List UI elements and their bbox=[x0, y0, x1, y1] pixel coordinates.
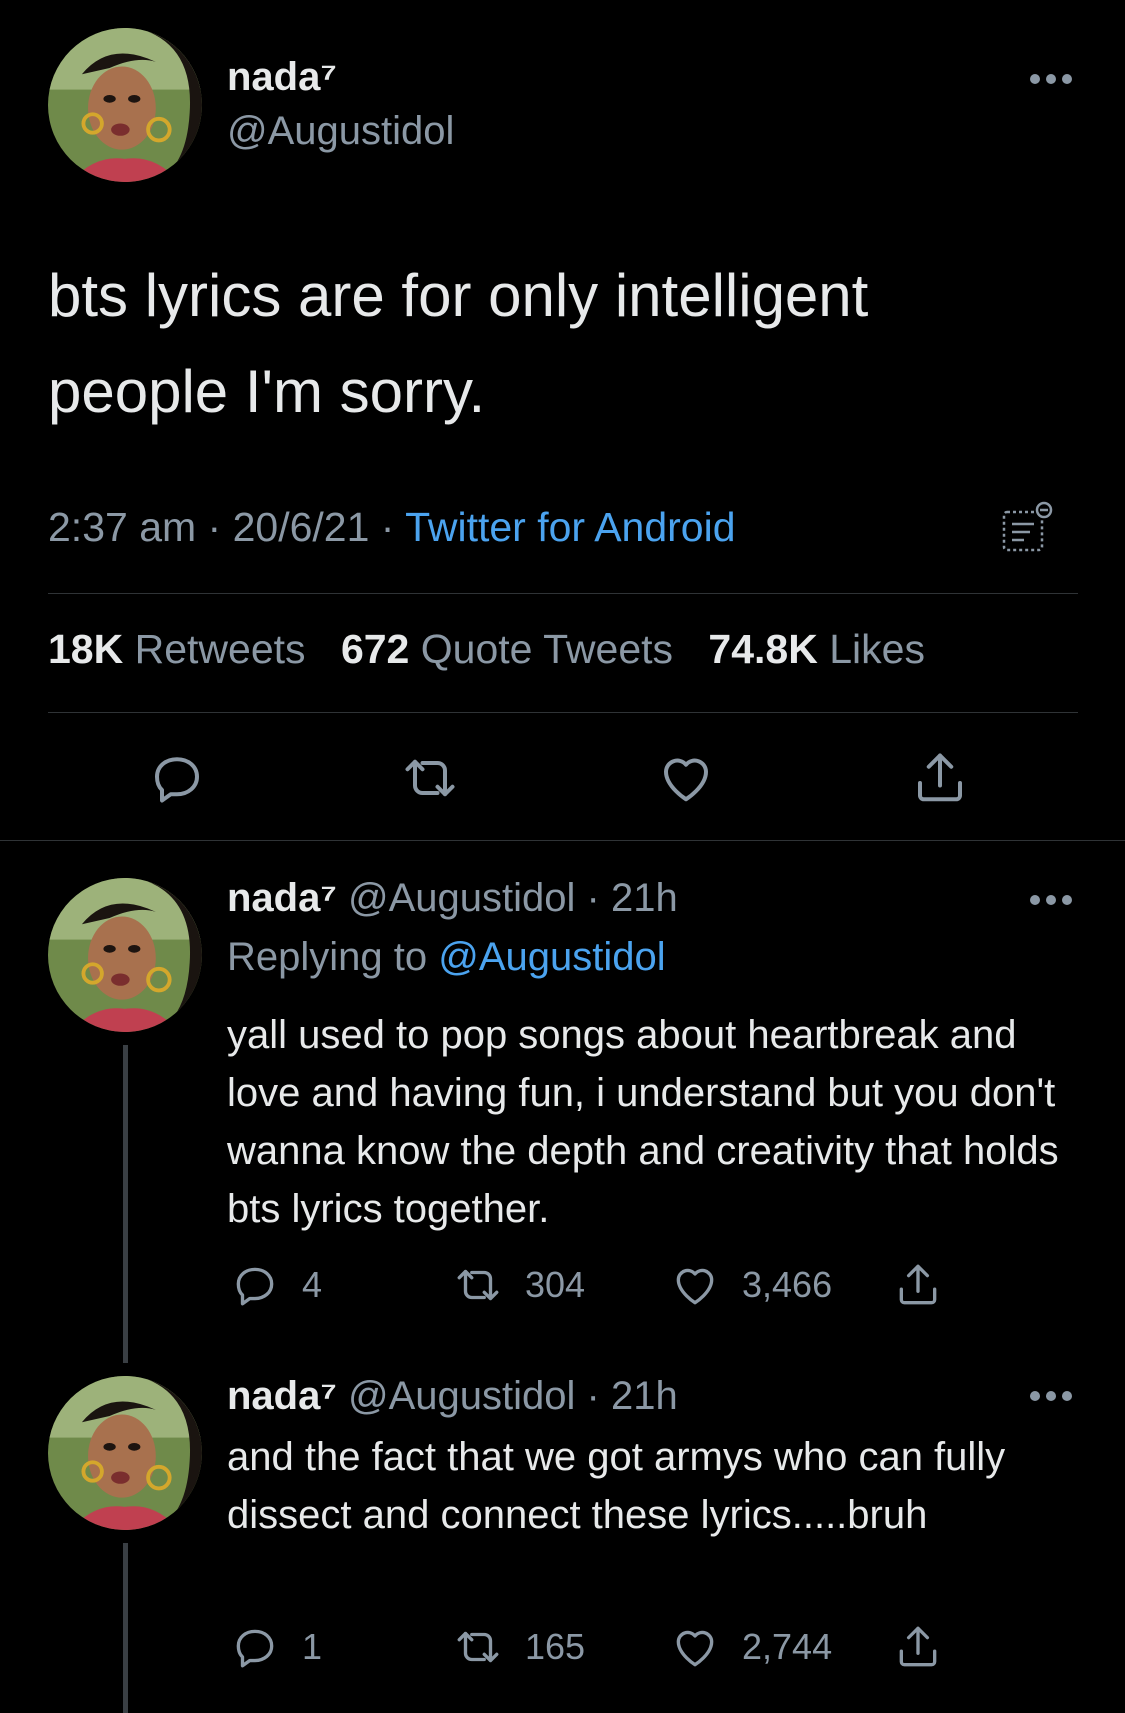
more-icon[interactable] bbox=[1029, 72, 1073, 86]
reply-button[interactable]: 4 bbox=[230, 1260, 322, 1310]
retweets-label: Retweets bbox=[134, 626, 306, 672]
divider bbox=[48, 593, 1078, 594]
tweet-meta: 2:37 am · 20/6/21 · Twitter for Android bbox=[48, 504, 736, 551]
likes-label: Likes bbox=[829, 626, 925, 672]
tweet-date[interactable]: 20/6/21 bbox=[233, 504, 370, 550]
avatar[interactable] bbox=[48, 28, 202, 182]
meta-separator: · bbox=[369, 504, 406, 550]
analytics-icon[interactable] bbox=[1000, 500, 1056, 556]
thread-line bbox=[123, 1045, 128, 1363]
reply-icon[interactable] bbox=[147, 748, 207, 808]
meta-separator: · bbox=[196, 504, 233, 550]
like-icon bbox=[676, 1630, 714, 1667]
retweet-icon[interactable] bbox=[400, 748, 460, 808]
reply-icon bbox=[236, 1267, 274, 1306]
display-name[interactable]: nada⁷ bbox=[227, 55, 337, 100]
like-button[interactable]: 2,744 bbox=[670, 1622, 832, 1672]
likes-stat[interactable]: 74.8K Likes bbox=[708, 626, 925, 672]
tweet-stats: 18K Retweets 672 Quote Tweets 74.8K Like… bbox=[48, 626, 949, 673]
handle[interactable]: @Augustidol bbox=[348, 876, 575, 920]
display-name[interactable]: nada⁷ bbox=[227, 876, 337, 920]
reply-count: 4 bbox=[302, 1264, 323, 1305]
replying-label: Replying to bbox=[227, 935, 428, 979]
section-divider bbox=[0, 840, 1125, 841]
like-count: 3,466 bbox=[742, 1264, 833, 1305]
retweets-stat[interactable]: 18K Retweets bbox=[48, 626, 306, 672]
retweet-button[interactable]: 304 bbox=[453, 1260, 585, 1310]
share-button[interactable] bbox=[893, 1622, 965, 1672]
handle[interactable]: @Augustidol bbox=[227, 109, 454, 154]
retweet-count: 165 bbox=[525, 1626, 586, 1667]
avatar[interactable] bbox=[48, 1376, 202, 1530]
reply-text: yall used to pop songs about heartbreak … bbox=[227, 1013, 1059, 1231]
share-icon bbox=[899, 1264, 937, 1305]
divider bbox=[48, 712, 1078, 713]
retweets-count: 18K bbox=[48, 626, 124, 672]
reply-button[interactable]: 1 bbox=[230, 1622, 322, 1672]
like-count: 2,744 bbox=[742, 1626, 833, 1667]
retweet-icon bbox=[457, 1631, 499, 1663]
reply-count: 1 bbox=[302, 1626, 323, 1667]
share-button[interactable] bbox=[893, 1260, 965, 1310]
retweet-icon bbox=[457, 1269, 499, 1301]
more-icon[interactable] bbox=[1029, 1389, 1073, 1403]
tweet-source-link[interactable]: Twitter for Android bbox=[405, 504, 735, 550]
time-ago[interactable]: 21h bbox=[611, 1374, 678, 1418]
quotes-count: 672 bbox=[340, 626, 410, 672]
retweet-count: 304 bbox=[525, 1264, 586, 1305]
like-icon[interactable] bbox=[656, 748, 716, 808]
avatar[interactable] bbox=[48, 878, 202, 1032]
time-ago[interactable]: 21h bbox=[611, 876, 678, 920]
likes-count: 74.8K bbox=[708, 626, 818, 672]
tweet-time[interactable]: 2:37 am bbox=[48, 504, 196, 550]
thread-line bbox=[123, 1543, 128, 1713]
quotes-stat[interactable]: 672 Quote Tweets bbox=[341, 626, 673, 672]
share-icon bbox=[899, 1626, 937, 1667]
quotes-label: Quote Tweets bbox=[420, 626, 674, 672]
like-button[interactable]: 3,466 bbox=[670, 1260, 832, 1310]
like-icon bbox=[676, 1268, 714, 1305]
display-name[interactable]: nada⁷ bbox=[227, 1374, 337, 1418]
retweet-button[interactable]: 165 bbox=[453, 1622, 585, 1672]
tweet-text: bts lyrics are for only intelligent peop… bbox=[48, 262, 869, 425]
mention-link[interactable]: @Augustidol bbox=[438, 935, 665, 979]
reply-header: nada⁷ @Augustidol · 21h bbox=[227, 1374, 678, 1418]
more-icon[interactable] bbox=[1029, 893, 1073, 907]
share-icon[interactable] bbox=[910, 748, 970, 808]
handle[interactable]: @Augustidol bbox=[348, 1374, 575, 1418]
reply-icon bbox=[236, 1629, 274, 1668]
reply-header: nada⁷ @Augustidol · 21h bbox=[227, 876, 678, 920]
reply-text: and the fact that we got armys who can f… bbox=[227, 1435, 1006, 1537]
replying-to: Replying to @Augustidol bbox=[227, 935, 666, 980]
